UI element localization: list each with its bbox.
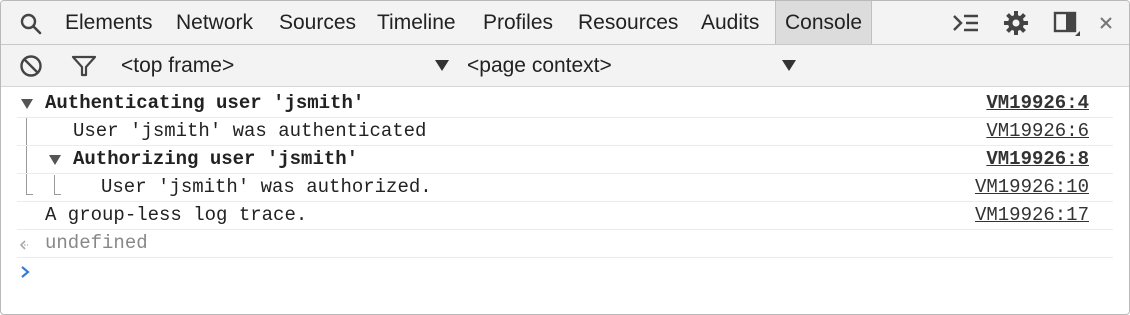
filter-icon[interactable] [71,54,97,83]
console-prompt[interactable] [17,259,1113,309]
panel-tab-bar: Elements Network Sources Timeline Profil… [1,1,1129,45]
message-text: User 'jsmith' was authenticated [73,120,427,142]
show-drawer-icon[interactable] [952,12,980,39]
console-message: User 'jsmith' was authorized. VM19926:10 [17,173,1113,202]
result-arrow-icon [18,236,32,258]
source-link[interactable]: VM19926:17 [975,204,1089,226]
result-text: undefined [45,232,148,254]
source-link[interactable]: VM19926:10 [975,176,1089,198]
console-result: undefined [17,229,1113,258]
tab-network[interactable]: Network [176,1,253,44]
frame-select-arrow-icon[interactable] [435,60,449,71]
source-link[interactable]: VM19926:8 [986,148,1089,170]
tab-profiles[interactable]: Profiles [483,1,553,44]
console-message: A group-less log trace. VM19926:17 [17,201,1113,230]
clear-console-icon[interactable] [19,54,43,83]
expand-triangle-icon[interactable] [21,99,33,109]
tab-elements[interactable]: Elements [65,1,153,44]
console-toolbar: <top frame> <page context> [1,45,1129,87]
message-text: User 'jsmith' was authorized. [101,176,432,198]
close-icon[interactable] [1098,15,1114,36]
context-select-arrow-icon[interactable] [782,60,796,71]
console-message: User 'jsmith' was authenticated VM19926:… [17,117,1113,146]
expand-triangle-icon[interactable] [49,155,61,165]
console-group-header[interactable]: Authorizing user 'jsmith' VM19926:8 [17,145,1113,174]
message-text: Authenticating user 'jsmith' [45,92,365,114]
console-messages: Authenticating user 'jsmith' VM19926:4 U… [1,87,1129,314]
message-text: Authorizing user 'jsmith' [73,148,359,170]
source-link[interactable]: VM19926:4 [986,92,1089,114]
tab-timeline[interactable]: Timeline [377,1,456,44]
context-select[interactable]: <page context> [467,45,612,86]
frame-select[interactable]: <top frame> [121,45,234,86]
dock-side-icon[interactable] [1053,11,1081,42]
message-text: A group-less log trace. [45,204,308,226]
tab-console[interactable]: Console [775,1,873,44]
prompt-chevron-icon [19,265,31,284]
search-icon[interactable] [19,12,43,36]
gear-icon[interactable] [1003,10,1029,41]
devtools-window: Elements Network Sources Timeline Profil… [0,0,1130,315]
source-link[interactable]: VM19926:6 [986,120,1089,142]
tab-audits[interactable]: Audits [701,1,759,44]
tab-resources[interactable]: Resources [578,1,678,44]
console-group-header[interactable]: Authenticating user 'jsmith' VM19926:4 [17,89,1113,118]
tab-sources[interactable]: Sources [279,1,356,44]
